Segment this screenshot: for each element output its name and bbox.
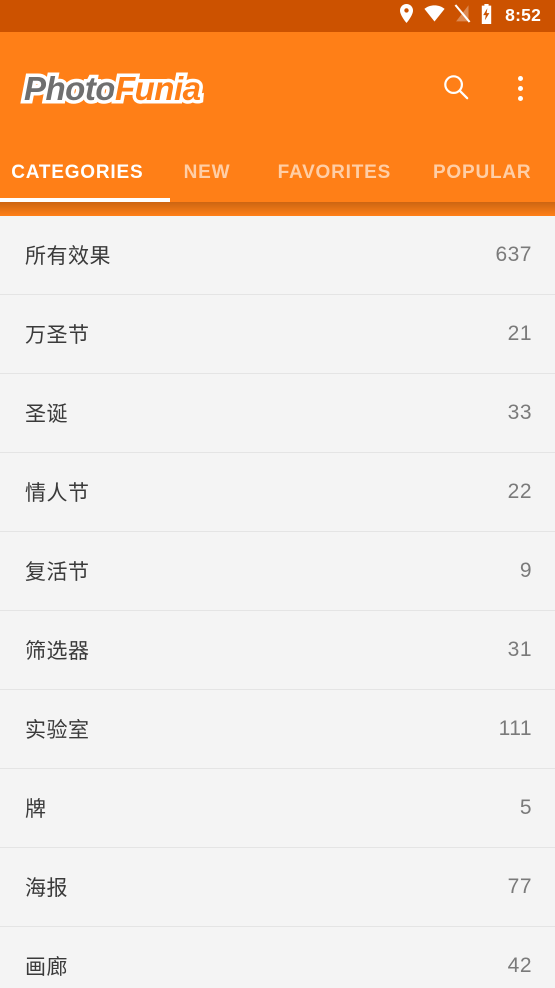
- list-item[interactable]: 画廊 42: [0, 927, 555, 988]
- list-item-label: 筛选器: [25, 640, 90, 663]
- app-bar-actions: [439, 71, 537, 105]
- tab-popular[interactable]: POPULAR: [409, 144, 555, 202]
- list-item-count: 21: [507, 322, 532, 345]
- search-button[interactable]: [439, 71, 473, 105]
- battery-charging-icon: [480, 3, 493, 29]
- category-list: 所有效果 637 万圣节 21 圣诞 33 情人节 22 复活节 9 筛选器 31 实验室 111 牌 5 海报…: [0, 216, 555, 988]
- list-item-label: 画廊: [25, 956, 68, 979]
- list-item-count: 9: [519, 559, 532, 582]
- status-bar: 8:52: [0, 0, 555, 32]
- app-logo: PhotoFunia: [21, 68, 205, 108]
- tab-active-indicator: [0, 198, 170, 202]
- app-root: 8:52 PhotoFunia CATEGORIES NEW FAVORITES…: [0, 0, 555, 988]
- list-item[interactable]: 情人节 22: [0, 453, 555, 532]
- list-item-count: 77: [507, 875, 532, 898]
- list-item-label: 万圣节: [25, 324, 90, 347]
- list-item[interactable]: 筛选器 31: [0, 611, 555, 690]
- list-item-count: 31: [507, 638, 532, 661]
- logo-text-photo: Photo: [21, 68, 119, 108]
- list-item[interactable]: 海报 77: [0, 848, 555, 927]
- list-item-count: 42: [507, 954, 532, 977]
- list-item-label: 所有效果: [25, 245, 111, 268]
- wifi-icon: [424, 5, 445, 27]
- tab-new[interactable]: NEW: [155, 144, 260, 202]
- app-bar-shadow: [0, 202, 555, 216]
- list-item-label: 复活节: [25, 561, 90, 584]
- list-item[interactable]: 万圣节 21: [0, 295, 555, 374]
- list-item-label: 圣诞: [25, 403, 68, 426]
- tab-bar: CATEGORIES NEW FAVORITES POPULAR: [0, 144, 555, 216]
- list-item-label: 牌: [25, 798, 47, 821]
- app-bar: PhotoFunia: [0, 32, 555, 144]
- logo-text-funia: Funia: [112, 68, 205, 108]
- list-item[interactable]: 圣诞 33: [0, 374, 555, 453]
- list-item-count: 111: [498, 717, 532, 740]
- list-item[interactable]: 复活节 9: [0, 532, 555, 611]
- list-item-label: 实验室: [25, 719, 90, 742]
- list-item-count: 5: [519, 796, 532, 819]
- list-item[interactable]: 实验室 111: [0, 690, 555, 769]
- list-item[interactable]: 牌5: [0, 769, 555, 848]
- tab-favorites[interactable]: FAVORITES: [259, 144, 409, 202]
- list-item-label: 海报: [25, 877, 68, 900]
- no-signal-icon: [454, 4, 471, 28]
- list-item-count: 637: [495, 243, 532, 266]
- location-pin-icon: [398, 4, 415, 28]
- overflow-menu-button[interactable]: [503, 71, 537, 105]
- list-item-label: 情人节: [25, 482, 90, 505]
- list-item[interactable]: 所有效果 637: [0, 216, 555, 295]
- list-item-count: 22: [507, 480, 532, 503]
- search-icon: [441, 72, 471, 105]
- list-item-count: 33: [507, 401, 532, 424]
- tab-categories[interactable]: CATEGORIES: [0, 144, 155, 202]
- more-options-icon: [517, 75, 523, 101]
- status-bar-clock: 8:52: [505, 5, 541, 26]
